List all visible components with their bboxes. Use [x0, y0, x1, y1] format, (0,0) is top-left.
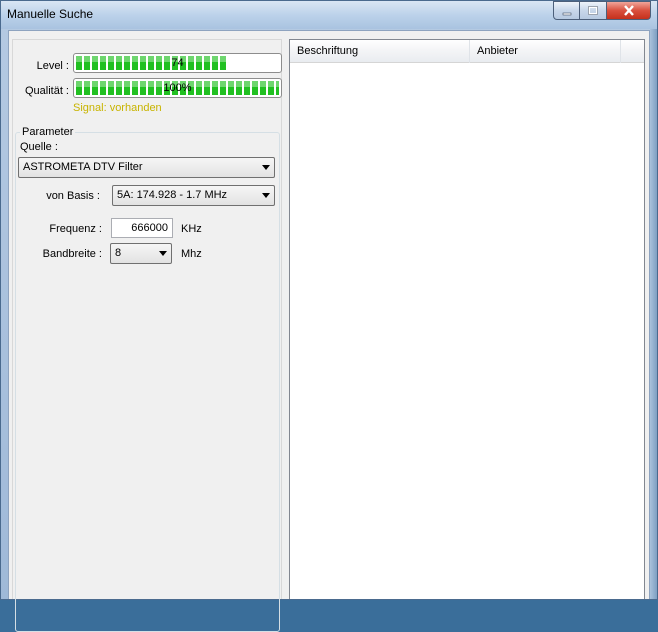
- level-value: 74: [171, 57, 184, 69]
- list-header: Beschriftung Anbieter: [290, 40, 644, 63]
- chevron-down-icon: [159, 251, 167, 256]
- title-bar[interactable]: Manuelle Suche: [1, 1, 657, 29]
- close-button[interactable]: [607, 1, 651, 20]
- bandwidth-dropdown[interactable]: 8: [110, 243, 172, 264]
- bandwidth-unit: Mhz: [181, 248, 202, 260]
- maximize-button[interactable]: [580, 1, 607, 20]
- signal-parameter-panel: Level : 74 Qualität : 100% Signal: vorha…: [12, 39, 282, 632]
- window-controls: [553, 1, 651, 20]
- signal-status-text: Signal: vorhanden: [73, 102, 162, 114]
- minimize-button[interactable]: [553, 1, 580, 20]
- frequency-label: Frequenz :: [49, 223, 102, 235]
- source-dropdown-value: ASTROMETA DTV Filter: [23, 161, 143, 173]
- window-border-right: [650, 29, 657, 599]
- close-icon: [623, 5, 634, 16]
- source-label: Quelle :: [20, 141, 58, 153]
- basis-dropdown[interactable]: 5A: 174.928 - 1.7 MHz: [112, 185, 275, 206]
- frequency-input[interactable]: 666000: [111, 218, 173, 238]
- parameter-group: Parameter Quelle : ASTROMETA DTV Filter …: [15, 126, 280, 632]
- chevron-down-icon: [262, 165, 270, 170]
- maximize-icon: [588, 5, 598, 15]
- dialog-client-area: Level : 74 Qualität : 100% Signal: vorha…: [8, 30, 650, 632]
- basis-label: von Basis :: [46, 190, 100, 202]
- source-dropdown[interactable]: ASTROMETA DTV Filter: [18, 157, 275, 178]
- bandwidth-dropdown-value: 8: [115, 247, 122, 259]
- parameter-group-title: Parameter: [20, 126, 76, 138]
- channel-list[interactable]: Beschriftung Anbieter: [289, 39, 645, 599]
- manual-search-window: Manuelle Suche Level : 74 Qualität : 100…: [0, 0, 658, 632]
- quality-value: 100%: [163, 82, 192, 94]
- minimize-icon: [562, 12, 571, 15]
- quality-progress-bar: 100%: [73, 78, 282, 98]
- bandwidth-label: Bandbreite :: [42, 248, 102, 260]
- level-progress-bar: 74: [73, 53, 282, 73]
- basis-dropdown-value: 5A: 174.928 - 1.7 MHz: [117, 189, 228, 201]
- column-header-anbieter[interactable]: Anbieter: [470, 40, 621, 63]
- quality-label: Qualität :: [24, 85, 69, 97]
- window-title: Manuelle Suche: [7, 7, 94, 21]
- frequency-unit: KHz: [181, 223, 202, 235]
- column-header-beschriftung[interactable]: Beschriftung: [290, 40, 470, 63]
- chevron-down-icon: [262, 193, 270, 198]
- level-label: Level :: [36, 60, 69, 72]
